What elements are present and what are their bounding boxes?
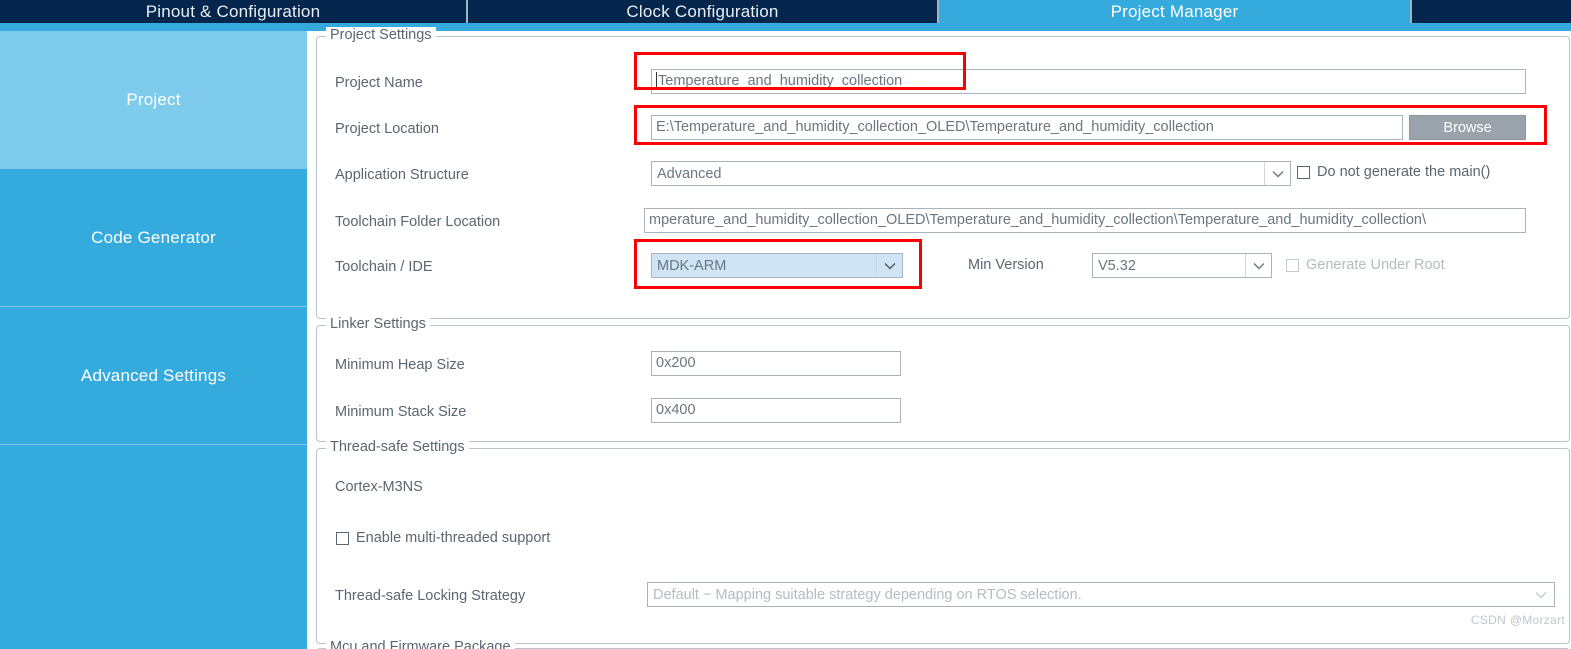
locking-strategy-row: Thread-safe Locking Strategy — [335, 583, 525, 609]
min-stack-label: Minimum Stack Size — [335, 404, 467, 420]
min-version-label: Min Version — [968, 257, 1044, 273]
cortex-core-label: Cortex-M3NS — [335, 479, 423, 495]
enable-multithread-label: Enable multi-threaded support — [356, 530, 551, 546]
chevron-down-icon — [1245, 254, 1271, 277]
application-structure-label: Application Structure — [335, 167, 469, 183]
toolchain-ide-value: MDK-ARM — [657, 257, 727, 274]
min-stack-value: 0x400 — [656, 402, 696, 418]
tab-label: Pinout & Configuration — [145, 1, 321, 21]
tab-pinout-configuration[interactable]: Pinout & Configuration — [0, 0, 466, 23]
toolchain-folder-row: Toolchain Folder Location — [335, 209, 500, 235]
tab-label: Clock Configuration — [626, 1, 779, 21]
application-structure-row: Application Structure — [335, 162, 469, 188]
browse-button[interactable]: Browse — [1409, 115, 1526, 140]
generate-under-root-checkbox[interactable]: Generate Under Root — [1286, 257, 1445, 273]
tab-clock-configuration[interactable]: Clock Configuration — [468, 0, 937, 23]
text-caret — [656, 72, 657, 87]
checkbox-box — [336, 531, 349, 545]
sidebar-item-label: Advanced Settings — [80, 365, 227, 385]
project-location-row: Project Location — [335, 116, 439, 142]
project-settings-group: Project Settings Project Name Temperatur… — [316, 27, 1570, 319]
project-location-value: E:\Temperature_and_humidity_collection_O… — [656, 119, 1214, 135]
thread-safe-settings-title: Thread-safe Settings — [326, 439, 469, 455]
sidebar-item-label: Project — [126, 89, 181, 109]
min-stack-row: Minimum Stack Size — [335, 399, 466, 425]
linker-settings-title: Linker Settings — [326, 316, 430, 332]
sidebar-item-project[interactable]: Project — [0, 31, 307, 169]
main-tab-bar: Pinout & Configuration Clock Configurati… — [0, 0, 1571, 23]
project-location-label: Project Location — [335, 121, 439, 137]
project-settings-title: Project Settings — [326, 27, 436, 43]
linker-settings-group: Linker Settings Minimum Heap Size 0x200 … — [316, 316, 1570, 442]
project-name-label: Project Name — [335, 75, 423, 91]
sidebar-item-label: Code Generator — [91, 227, 216, 247]
enable-multithread-checkbox[interactable]: Enable multi-threaded support — [336, 530, 550, 546]
toolchain-folder-value: mperature_and_humidity_collection_OLED\T… — [649, 212, 1427, 228]
project-name-row: Project Name — [335, 70, 423, 96]
checkbox-box — [1286, 258, 1299, 272]
toolchain-ide-select[interactable]: MDK-ARM — [651, 253, 903, 278]
tab-project-manager[interactable]: Project Manager — [939, 0, 1410, 23]
application-structure-select[interactable]: Advanced — [651, 161, 1291, 186]
min-heap-input[interactable]: 0x200 — [651, 351, 901, 376]
checkbox-box — [1297, 165, 1310, 179]
min-stack-input[interactable]: 0x400 — [651, 398, 901, 423]
chevron-down-icon — [1264, 162, 1290, 185]
toolchain-ide-row: Toolchain / IDE — [335, 254, 433, 280]
locking-strategy-select[interactable]: Default − Mapping suitable strategy depe… — [647, 582, 1555, 607]
sidebar-item-advanced-settings[interactable]: Advanced Settings — [0, 307, 307, 445]
min-heap-value: 0x200 — [656, 355, 696, 371]
locking-strategy-value: Default − Mapping suitable strategy depe… — [653, 586, 1082, 603]
do-not-generate-main-checkbox[interactable]: Do not generate the main() — [1297, 164, 1490, 180]
project-manager-content: Project Settings Project Name Temperatur… — [311, 27, 1571, 649]
watermark: CSDN @Morzart — [1470, 613, 1565, 627]
toolchain-folder-input[interactable]: mperature_and_humidity_collection_OLED\T… — [644, 208, 1526, 233]
tab-overflow-area — [1412, 0, 1571, 23]
thread-safe-settings-group: Thread-safe Settings Cortex-M3NS Enable … — [316, 439, 1570, 644]
project-name-input[interactable]: Temperature_and_humidity_collection — [651, 69, 1526, 94]
chevron-down-icon — [1528, 583, 1554, 606]
locking-strategy-label: Thread-safe Locking Strategy — [335, 588, 526, 604]
min-version-value: V5.32 — [1098, 257, 1136, 274]
stm32cubemx-project-manager-window: Pinout & Configuration Clock Configurati… — [0, 0, 1571, 649]
min-heap-row: Minimum Heap Size — [335, 352, 465, 378]
tab-bar-underline — [0, 23, 1571, 31]
sidebar-item-code-generator[interactable]: Code Generator — [0, 169, 307, 307]
min-version-select[interactable]: V5.32 — [1092, 253, 1272, 278]
toolchain-folder-label: Toolchain Folder Location — [335, 214, 501, 230]
project-manager-sidebar: Project Code Generator Advanced Settings — [0, 31, 307, 649]
generate-under-root-label: Generate Under Root — [1306, 257, 1445, 273]
tab-label: Project Manager — [1110, 1, 1239, 21]
min-heap-label: Minimum Heap Size — [335, 357, 465, 373]
project-location-input[interactable]: E:\Temperature_and_humidity_collection_O… — [651, 115, 1403, 140]
chevron-down-icon — [876, 254, 902, 277]
browse-button-label: Browse — [1443, 119, 1492, 136]
mcu-firmware-package-title: Mcu and Firmware Package — [326, 639, 515, 649]
project-name-value: Temperature_and_humidity_collection — [658, 73, 903, 89]
application-structure-value: Advanced — [657, 165, 722, 182]
sidebar-item-empty[interactable] — [0, 445, 307, 649]
toolchain-ide-label: Toolchain / IDE — [335, 259, 433, 275]
do-not-generate-main-label: Do not generate the main() — [1317, 164, 1491, 180]
